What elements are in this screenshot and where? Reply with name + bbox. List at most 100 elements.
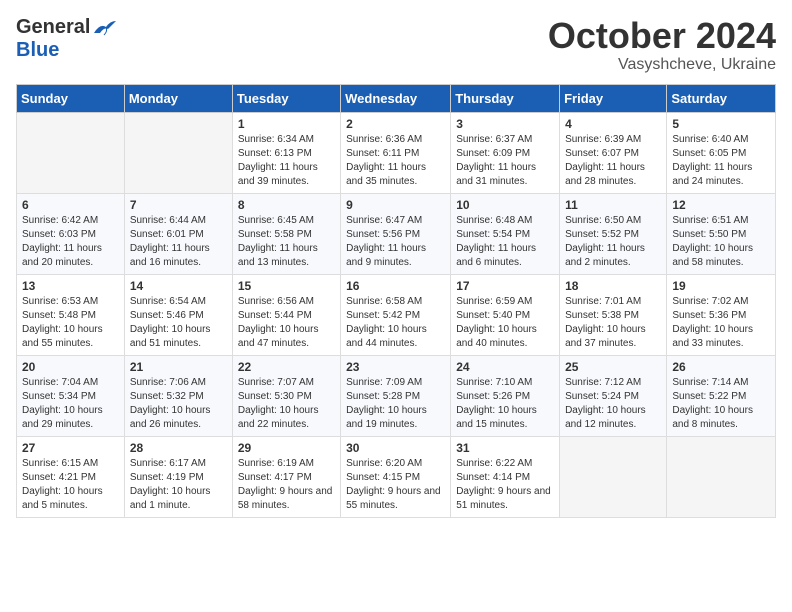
day-number: 14: [130, 279, 227, 293]
day-info: Sunrise: 7:01 AMSunset: 5:38 PMDaylight:…: [565, 295, 661, 351]
weekday-header: Wednesday: [341, 84, 451, 112]
day-info: Sunrise: 6:15 AMSunset: 4:21 PMDaylight:…: [22, 457, 119, 513]
day-info: Sunrise: 6:37 AMSunset: 6:09 PMDaylight:…: [456, 133, 554, 189]
day-number: 10: [456, 198, 554, 212]
calendar-day-cell: [124, 112, 232, 193]
calendar-day-cell: [17, 112, 125, 193]
day-info: Sunrise: 6:51 AMSunset: 5:50 PMDaylight:…: [672, 214, 770, 270]
day-number: 21: [130, 360, 227, 374]
calendar-day-cell: 25 Sunrise: 7:12 AMSunset: 5:24 PMDayligh…: [560, 355, 667, 436]
calendar-header-row: SundayMondayTuesdayWednesdayThursdayFrid…: [17, 84, 776, 112]
day-info: Sunrise: 7:09 AMSunset: 5:28 PMDaylight:…: [346, 376, 445, 432]
day-info: Sunrise: 7:14 AMSunset: 5:22 PMDaylight:…: [672, 376, 770, 432]
weekday-header: Monday: [124, 84, 232, 112]
day-number: 30: [346, 441, 445, 455]
calendar-day-cell: 3 Sunrise: 6:37 AMSunset: 6:09 PMDaylight…: [451, 112, 560, 193]
day-info: Sunrise: 6:48 AMSunset: 5:54 PMDaylight:…: [456, 214, 554, 270]
logo-blue-text: Blue: [16, 39, 59, 62]
day-number: 18: [565, 279, 661, 293]
day-info: Sunrise: 6:17 AMSunset: 4:19 PMDaylight:…: [130, 457, 227, 513]
calendar-day-cell: 2Sunrise: 6:36 AMSunset: 6:11 PMDaylight…: [341, 112, 451, 193]
calendar-day-cell: 7Sunrise: 6:44 AMSunset: 6:01 PMDaylight…: [124, 193, 232, 274]
day-number: 3: [456, 117, 554, 131]
day-number: 23: [346, 360, 445, 374]
calendar-day-cell: 1Sunrise: 6:34 AMSunset: 6:13 PMDaylight…: [232, 112, 340, 193]
weekday-header: Friday: [560, 84, 667, 112]
day-number: 13: [22, 279, 119, 293]
day-info: Sunrise: 6:36 AMSunset: 6:11 PMDaylight:…: [346, 133, 445, 189]
calendar-day-cell: [667, 436, 776, 517]
calendar-day-cell: 18 Sunrise: 7:01 AMSunset: 5:38 PMDayligh…: [560, 274, 667, 355]
calendar-day-cell: 5 Sunrise: 6:40 AMSunset: 6:05 PMDaylight…: [667, 112, 776, 193]
day-number: 20: [22, 360, 119, 374]
day-info: Sunrise: 6:34 AMSunset: 6:13 PMDaylight:…: [238, 133, 335, 189]
day-number: 25: [565, 360, 661, 374]
day-info: Sunrise: 6:53 AMSunset: 5:48 PMDaylight:…: [22, 295, 119, 351]
calendar-day-cell: 11 Sunrise: 6:50 AMSunset: 5:52 PMDayligh…: [560, 193, 667, 274]
calendar-day-cell: 8 Sunrise: 6:45 AMSunset: 5:58 PMDaylight…: [232, 193, 340, 274]
day-info: Sunrise: 6:59 AMSunset: 5:40 PMDaylight:…: [456, 295, 554, 351]
calendar-week-row: 27Sunrise: 6:15 AMSunset: 4:21 PMDayligh…: [17, 436, 776, 517]
day-info: Sunrise: 6:56 AMSunset: 5:44 PMDaylight:…: [238, 295, 335, 351]
calendar-day-cell: 27Sunrise: 6:15 AMSunset: 4:21 PMDayligh…: [17, 436, 125, 517]
calendar-day-cell: 10 Sunrise: 6:48 AMSunset: 5:54 PMDayligh…: [451, 193, 560, 274]
calendar-day-cell: 26 Sunrise: 7:14 AMSunset: 5:22 PMDayligh…: [667, 355, 776, 436]
day-number: 9: [346, 198, 445, 212]
calendar-day-cell: 12Sunrise: 6:51 AMSunset: 5:50 PMDayligh…: [667, 193, 776, 274]
day-number: 15: [238, 279, 335, 293]
calendar-day-cell: [560, 436, 667, 517]
day-info: Sunrise: 7:12 AMSunset: 5:24 PMDaylight:…: [565, 376, 661, 432]
day-info: Sunrise: 7:07 AMSunset: 5:30 PMDaylight:…: [238, 376, 335, 432]
day-number: 6: [22, 198, 119, 212]
title-section: October 2024 Vasyshcheve, Ukraine: [548, 16, 776, 74]
calendar-day-cell: 13 Sunrise: 6:53 AMSunset: 5:48 PMDayligh…: [17, 274, 125, 355]
calendar-day-cell: 6 Sunrise: 6:42 AMSunset: 6:03 PMDaylight…: [17, 193, 125, 274]
day-number: 11: [565, 198, 661, 212]
page-header: General Blue October 2024 Vasyshcheve, U…: [16, 16, 776, 74]
day-number: 19: [672, 279, 770, 293]
logo-general-text: General: [16, 16, 90, 39]
calendar-week-row: 20 Sunrise: 7:04 AMSunset: 5:34 PMDayligh…: [17, 355, 776, 436]
day-info: Sunrise: 6:47 AMSunset: 5:56 PMDaylight:…: [346, 214, 445, 270]
calendar-week-row: 13 Sunrise: 6:53 AMSunset: 5:48 PMDayligh…: [17, 274, 776, 355]
calendar-day-cell: 16Sunrise: 6:58 AMSunset: 5:42 PMDayligh…: [341, 274, 451, 355]
calendar-day-cell: 19 Sunrise: 7:02 AMSunset: 5:36 PMDayligh…: [667, 274, 776, 355]
day-number: 4: [565, 117, 661, 131]
calendar-week-row: 1Sunrise: 6:34 AMSunset: 6:13 PMDaylight…: [17, 112, 776, 193]
calendar-day-cell: 4 Sunrise: 6:39 AMSunset: 6:07 PMDaylight…: [560, 112, 667, 193]
weekday-header: Thursday: [451, 84, 560, 112]
calendar-table: SundayMondayTuesdayWednesdayThursdayFrid…: [16, 84, 776, 518]
day-info: Sunrise: 6:58 AMSunset: 5:42 PMDaylight:…: [346, 295, 445, 351]
day-info: Sunrise: 6:20 AMSunset: 4:15 PMDaylight:…: [346, 457, 445, 513]
day-number: 28: [130, 441, 227, 455]
day-number: 17: [456, 279, 554, 293]
day-number: 26: [672, 360, 770, 374]
day-info: Sunrise: 6:19 AMSunset: 4:17 PMDaylight:…: [238, 457, 335, 513]
day-info: Sunrise: 6:40 AMSunset: 6:05 PMDaylight:…: [672, 133, 770, 189]
day-number: 8: [238, 198, 335, 212]
logo: General Blue: [16, 16, 116, 62]
day-number: 31: [456, 441, 554, 455]
calendar-day-cell: 14Sunrise: 6:54 AMSunset: 5:46 PMDayligh…: [124, 274, 232, 355]
calendar-day-cell: 21Sunrise: 7:06 AMSunset: 5:32 PMDayligh…: [124, 355, 232, 436]
calendar-day-cell: 22 Sunrise: 7:07 AMSunset: 5:30 PMDayligh…: [232, 355, 340, 436]
day-number: 24: [456, 360, 554, 374]
day-info: Sunrise: 6:45 AMSunset: 5:58 PMDaylight:…: [238, 214, 335, 270]
day-info: Sunrise: 7:04 AMSunset: 5:34 PMDaylight:…: [22, 376, 119, 432]
calendar-day-cell: 20 Sunrise: 7:04 AMSunset: 5:34 PMDayligh…: [17, 355, 125, 436]
day-info: Sunrise: 6:42 AMSunset: 6:03 PMDaylight:…: [22, 214, 119, 270]
calendar-day-cell: 28 Sunrise: 6:17 AMSunset: 4:19 PMDayligh…: [124, 436, 232, 517]
day-info: Sunrise: 7:02 AMSunset: 5:36 PMDaylight:…: [672, 295, 770, 351]
weekday-header: Sunday: [17, 84, 125, 112]
day-number: 5: [672, 117, 770, 131]
location-title: Vasyshcheve, Ukraine: [548, 56, 776, 74]
day-info: Sunrise: 6:50 AMSunset: 5:52 PMDaylight:…: [565, 214, 661, 270]
calendar-day-cell: 9 Sunrise: 6:47 AMSunset: 5:56 PMDaylight…: [341, 193, 451, 274]
day-number: 22: [238, 360, 335, 374]
logo-bird-icon: [92, 19, 116, 37]
day-info: Sunrise: 6:39 AMSunset: 6:07 PMDaylight:…: [565, 133, 661, 189]
calendar-day-cell: 23 Sunrise: 7:09 AMSunset: 5:28 PMDayligh…: [341, 355, 451, 436]
day-number: 29: [238, 441, 335, 455]
calendar-day-cell: 15 Sunrise: 6:56 AMSunset: 5:44 PMDayligh…: [232, 274, 340, 355]
month-title: October 2024: [548, 16, 776, 56]
